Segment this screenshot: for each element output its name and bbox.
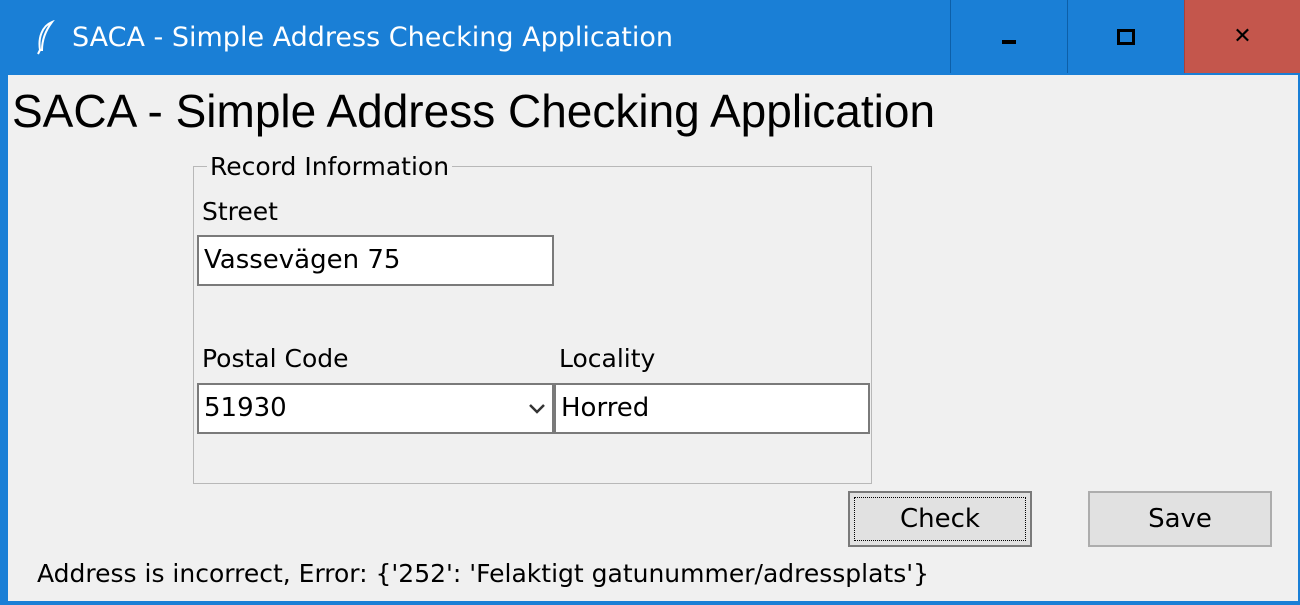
street-input[interactable]: Vassevägen 75 <box>197 235 554 286</box>
page-title: SACA - Simple Address Checking Applicati… <box>12 85 936 137</box>
group-label: Record Information <box>207 152 453 182</box>
maximize-button[interactable] <box>1067 0 1183 73</box>
close-icon: ✕ <box>1233 23 1252 49</box>
postal-code-value: 51930 <box>204 393 287 423</box>
close-button[interactable]: ✕ <box>1184 0 1300 73</box>
feather-icon <box>37 20 55 55</box>
postal-code-label: Postal Code <box>202 344 349 373</box>
minimize-icon <box>1001 39 1016 44</box>
focus-rectangle <box>854 497 1026 541</box>
record-information-group <box>193 166 872 484</box>
street-label: Street <box>202 197 278 226</box>
check-button[interactable]: Check <box>848 491 1032 547</box>
maximize-icon <box>1116 28 1135 45</box>
client-area: SACA - Simple Address Checking Applicati… <box>8 75 1298 601</box>
minimize-button[interactable] <box>950 0 1066 73</box>
save-button-label: Save <box>1148 504 1212 534</box>
locality-input[interactable]: Horred <box>554 383 870 434</box>
postal-code-combobox[interactable]: 51930 <box>197 383 554 434</box>
window-title: SACA - Simple Address Checking Applicati… <box>72 22 674 53</box>
status-message: Address is incorrect, Error: {'252': 'Fe… <box>37 559 930 588</box>
chevron-down-icon[interactable] <box>526 385 548 432</box>
title-bar[interactable]: SACA - Simple Address Checking Applicati… <box>0 0 1300 73</box>
locality-label: Locality <box>559 344 656 373</box>
save-button[interactable]: Save <box>1088 491 1272 547</box>
